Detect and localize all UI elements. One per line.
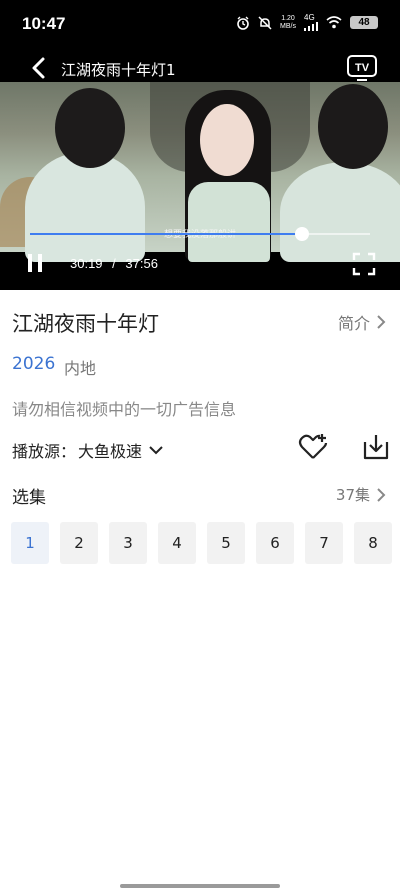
episode-button[interactable]: 8: [354, 522, 392, 564]
status-time: 10:47: [22, 14, 66, 33]
wifi-icon: [326, 16, 342, 29]
episodes-count: 37集: [335, 486, 370, 504]
chevron-right-icon: [377, 315, 386, 329]
download-icon[interactable]: [361, 432, 391, 462]
net-speed: 1.20 MB/s: [280, 14, 296, 30]
intro-link[interactable]: 简介: [338, 310, 386, 334]
player-controls: 30:19 / 37:56: [0, 250, 400, 282]
source-label: 播放源：: [12, 442, 77, 461]
signal-icon: [304, 22, 318, 31]
video-scene-figure-left-head: [55, 88, 125, 168]
back-icon[interactable]: [28, 56, 50, 80]
ad-notice: 请勿相信视频中的一切广告信息: [12, 400, 237, 419]
player-topbar: 江湖夜雨十年灯1 TV: [0, 50, 400, 84]
video-scene-figure-left: [25, 152, 145, 262]
progress-fill: [30, 233, 302, 235]
episode-button[interactable]: 5: [207, 522, 245, 564]
intro-label: 简介: [337, 314, 370, 333]
battery-icon: 48: [350, 16, 378, 29]
status-bar: 10:47 1.20 MB/s 4G 48: [0, 0, 400, 50]
video-scene-figure-center-face: [200, 104, 254, 176]
status-icons: 1.20 MB/s 4G 48: [236, 14, 378, 31]
alarm-icon: [237, 16, 249, 30]
episode-button[interactable]: 3: [109, 522, 147, 564]
favorite-add-icon[interactable]: [298, 432, 328, 462]
pause-icon[interactable]: [26, 254, 44, 276]
episodes-label: 选集: [12, 488, 46, 508]
svg-text:TV: TV: [355, 62, 370, 74]
tv-cast-icon[interactable]: TV: [346, 54, 378, 82]
episode-button[interactable]: 6: [256, 522, 294, 564]
video-title: 江湖夜雨十年灯1: [61, 61, 176, 79]
time-separator: /: [112, 256, 116, 271]
show-year: 2026: [12, 354, 56, 374]
episode-grid: 1 2 3 4 5 6 7 8: [11, 522, 392, 564]
source-selector[interactable]: 播放源： 大鱼极速: [12, 438, 164, 462]
chevron-down-icon: [149, 446, 163, 455]
progress-thumb[interactable]: [295, 227, 309, 241]
video-scene-figure-right: [280, 162, 400, 262]
episode-button[interactable]: 2: [60, 522, 98, 564]
chevron-right-icon: [377, 487, 386, 502]
episodes-count-link[interactable]: 37集: [336, 484, 386, 505]
signal-group: 4G: [304, 14, 318, 31]
episode-button[interactable]: 4: [158, 522, 196, 564]
video-player[interactable]: 江湖夜雨十年灯1 TV 想要我没落那般讲 30:19 / 37:56: [0, 50, 400, 290]
mute-icon: [258, 15, 272, 30]
show-title: 江湖夜雨十年灯: [12, 312, 159, 336]
progress-bar[interactable]: [30, 227, 370, 241]
episode-button[interactable]: 1: [11, 522, 49, 564]
show-region: 内地: [64, 359, 97, 378]
current-time: 30:19: [70, 256, 103, 271]
duration: 37:56: [125, 256, 158, 271]
fullscreen-icon[interactable]: [352, 252, 376, 276]
video-scene-figure-right-head: [318, 84, 388, 169]
home-indicator[interactable]: [120, 884, 280, 888]
time-display: 30:19 / 37:56: [70, 256, 158, 271]
episode-button[interactable]: 7: [305, 522, 343, 564]
source-value: 大鱼极速: [78, 442, 143, 461]
